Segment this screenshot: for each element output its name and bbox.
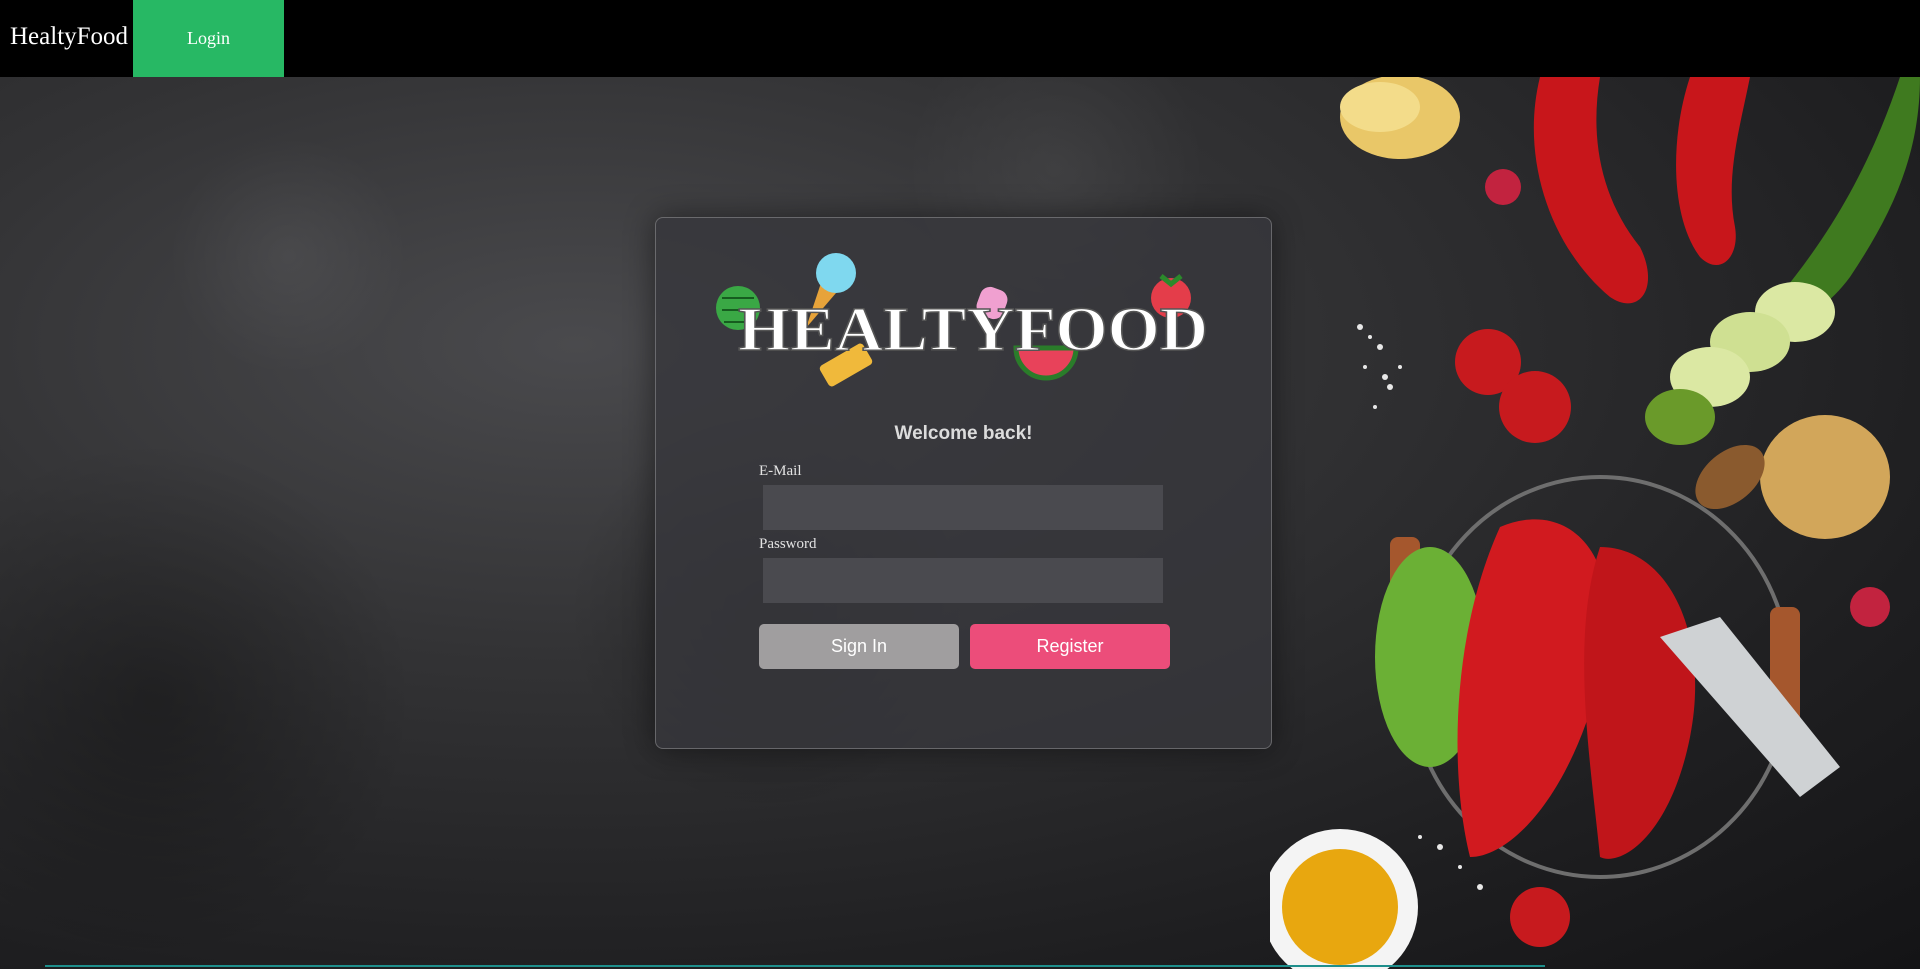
sign-in-button[interactable]: Sign In (759, 624, 959, 669)
password-field[interactable] (763, 558, 1163, 603)
top-navbar: HealtyFood Login (0, 0, 1920, 77)
healtyfood-logo: HEALTYFOOD (716, 253, 1209, 387)
welcome-heading: Welcome back! (894, 423, 1033, 444)
nav-login-button[interactable]: Login (133, 0, 285, 77)
background-stage: HEALTYFOOD Welcome back! E-Mail Password… (0, 77, 1920, 969)
logo-text: HEALTYFOOD (738, 296, 1208, 364)
vegetables-background-image (1270, 77, 1920, 969)
password-label: Password (759, 536, 817, 552)
brand-name[interactable]: HealtyFood (0, 0, 133, 74)
corn-image (1340, 77, 1460, 159)
register-button[interactable]: Register (970, 624, 1170, 669)
olive-oil-bowl-image (1270, 829, 1418, 969)
potato-image (1760, 415, 1890, 539)
bottom-accent-line (45, 965, 1545, 967)
red-chili-peppers-image (1533, 77, 1750, 304)
email-label: E-Mail (759, 463, 802, 479)
login-card: HEALTYFOOD Welcome back! E-Mail Password… (655, 217, 1272, 749)
email-field[interactable] (763, 485, 1163, 530)
